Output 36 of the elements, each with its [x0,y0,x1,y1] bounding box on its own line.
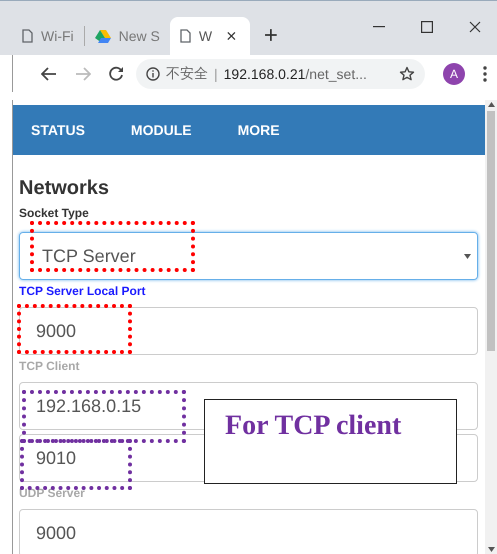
minimize-icon[interactable] [373,26,385,28]
scrollbar-thumb[interactable] [487,111,495,351]
field-label: TCP Server Local Port [19,284,146,298]
maximize-icon[interactable] [421,20,433,32]
menu-icon[interactable] [483,66,487,82]
back-icon[interactable] [41,66,57,80]
document-icon [180,29,191,43]
dropdown-icon [464,254,471,258]
callout-tooltip: For TCP client [204,399,457,484]
input-field[interactable]: 9000 [19,307,478,355]
scroll-up-icon[interactable] [488,102,494,107]
input-field[interactable]: 9000 [19,509,478,554]
field-label: UDP Server [19,486,86,500]
url-text: 192.168.0.21/net_set... [224,66,367,82]
section-heading: Networks [19,177,110,200]
profile-avatar[interactable]: A [443,62,465,84]
nav-link[interactable]: STATUS [31,122,85,138]
nav-link[interactable]: MORE [238,122,280,138]
scroll-down-icon[interactable] [488,547,494,552]
browser-tab[interactable]: W × [170,17,250,55]
tab-close-button[interactable]: × [226,26,237,46]
separator: | [214,66,218,82]
field-label: Socket Type [19,206,90,220]
drive-icon [94,29,111,43]
field-label: TCP Client [19,359,80,373]
scrollbar[interactable] [485,100,497,554]
select-field[interactable]: TCP Server [19,232,478,280]
info-icon [146,66,160,80]
new-tab-button[interactable]: + [264,22,278,50]
address-bar[interactable]: 不安全 | 192.168.0.21/net_set... [136,58,425,88]
security-label: 不安全 [166,64,208,82]
star-icon[interactable] [399,66,415,82]
close-icon[interactable] [469,20,481,32]
document-icon [22,29,33,43]
nav-link[interactable]: MODULE [130,122,192,138]
reload-icon[interactable] [109,66,124,81]
